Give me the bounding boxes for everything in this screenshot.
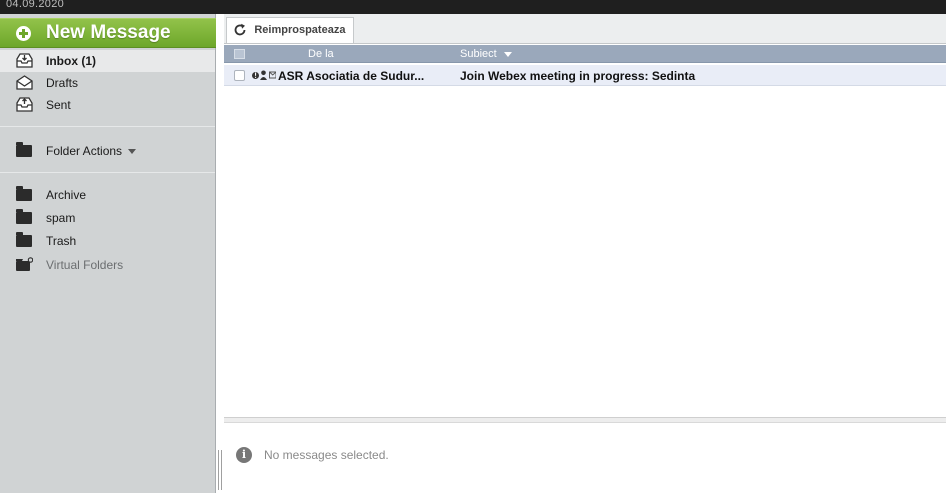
message-list-header: De la Subiect (224, 45, 946, 63)
chevron-down-icon (128, 149, 137, 155)
refresh-icon (234, 23, 246, 36)
sidebar: New Message Inbox (1) Drafts Sent Folder… (0, 14, 216, 493)
refresh-label: Reimprospateaza (254, 24, 346, 36)
new-message-label: New Message (46, 22, 171, 43)
date-label: 04.09.2020 (6, 0, 65, 10)
drafts-icon (16, 75, 33, 90)
sidebar-item-label: Inbox (1) (46, 54, 96, 68)
priority-icon (252, 72, 259, 79)
sidebar-item-inbox[interactable]: Inbox (1) (0, 50, 215, 72)
folder-actions-menu[interactable]: Folder Actions (0, 140, 215, 162)
top-bar: 04.09.2020 (0, 0, 946, 14)
sent-icon (16, 97, 33, 112)
sidebar-item-spam[interactable]: spam (0, 207, 215, 229)
folder-icon (16, 186, 32, 201)
column-header-from[interactable]: De la (308, 48, 334, 60)
divider (0, 172, 215, 173)
folder-icon (16, 209, 32, 224)
toolbar: Reimprospateaza (224, 14, 946, 44)
sidebar-item-label: Sent (46, 98, 71, 112)
divider (0, 126, 215, 127)
sidebar-item-trash[interactable]: Trash (0, 230, 215, 252)
message-subject: Join Webex meeting in progress: Sedinta (460, 69, 696, 83)
column-header-subject[interactable]: Subiect (460, 48, 512, 60)
sidebar-resize-handle[interactable] (218, 450, 222, 490)
sidebar-item-label: Virtual Folders (46, 258, 124, 272)
sidebar-item-label: Drafts (46, 76, 79, 90)
envelope-icon (269, 71, 276, 79)
folder-icon (16, 142, 32, 157)
select-all-checkbox[interactable] (234, 49, 245, 59)
virtual-folder-icon (16, 257, 33, 271)
plus-icon (16, 26, 31, 41)
sidebar-item-drafts[interactable]: Drafts (0, 72, 215, 94)
info-icon: i (236, 447, 252, 463)
sidebar-item-label: spam (46, 211, 76, 225)
status-icons (252, 70, 276, 80)
inbox-icon (16, 53, 33, 68)
person-icon (260, 70, 267, 80)
folder-icon (16, 232, 32, 247)
main-panel: Reimprospateaza De la Subiect ASR Asocia… (224, 14, 946, 493)
sort-caret-icon (503, 51, 512, 57)
new-message-button[interactable]: New Message (0, 18, 216, 48)
column-header-subject-label: Subiect (460, 48, 497, 60)
sidebar-item-label: Trash (46, 234, 77, 248)
folder-actions-label: Folder Actions (46, 144, 123, 158)
sidebar-item-sent[interactable]: Sent (0, 94, 215, 116)
preview-pane: i No messages selected. (224, 423, 946, 493)
table-row[interactable]: ASR Asociatia de Sudur... Join Webex mee… (224, 65, 946, 86)
sidebar-item-label: Archive (46, 188, 87, 202)
sidebar-item-archive[interactable]: Archive (0, 184, 215, 206)
refresh-button[interactable]: Reimprospateaza (226, 17, 355, 43)
message-sender: ASR Asociatia de Sudur... (278, 69, 425, 83)
row-checkbox[interactable] (234, 70, 245, 81)
no-selection-message: No messages selected. (264, 448, 389, 462)
folder-actions-text: Folder Actions (46, 144, 137, 158)
sidebar-item-virtual-folders[interactable]: Virtual Folders (0, 254, 215, 276)
